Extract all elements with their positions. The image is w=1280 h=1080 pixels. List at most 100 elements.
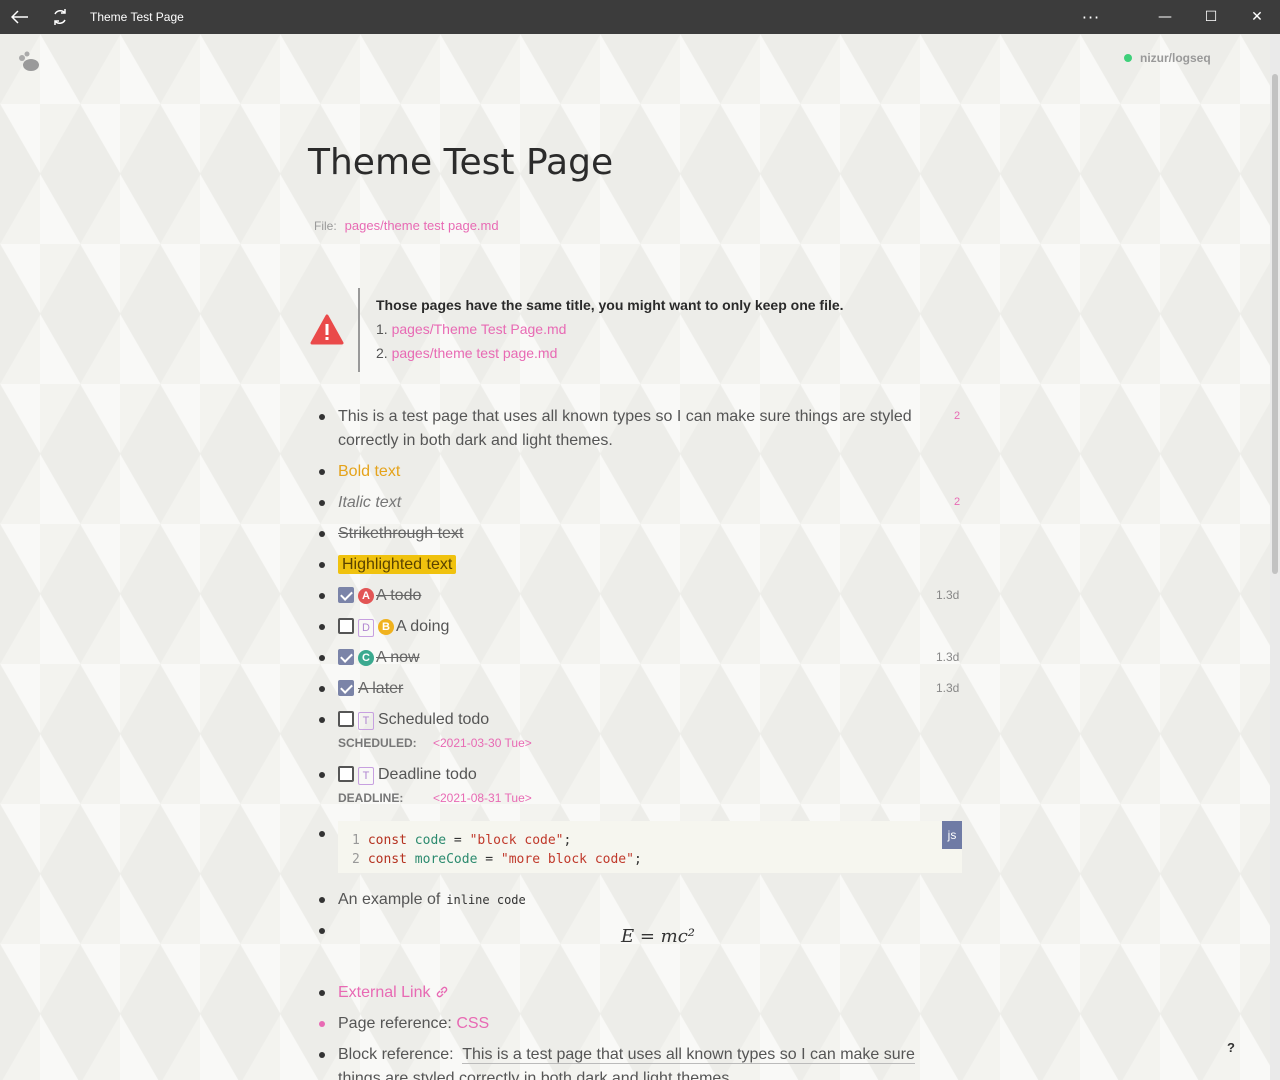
block-bullet[interactable] [319, 717, 325, 723]
block-content[interactable]: Bold text [338, 459, 976, 484]
duplicate-file-link[interactable]: pages/theme test page.md [392, 345, 558, 361]
task-marker[interactable]: T [358, 712, 374, 730]
code-variable: code [414, 833, 447, 848]
block-text[interactable]: Page reference: [338, 1015, 452, 1032]
task-checkbox[interactable] [338, 766, 354, 782]
priority-badge[interactable]: C [358, 650, 374, 666]
block-bullet[interactable] [319, 655, 325, 661]
block-external-link[interactable]: External Link [316, 980, 976, 1011]
task-checkbox[interactable] [338, 680, 354, 696]
line-number: 2 [352, 852, 360, 867]
block-bullet[interactable] [319, 593, 325, 599]
block-bullet[interactable] [319, 531, 325, 537]
block-page-reference[interactable]: Page reference: CSS [316, 1011, 976, 1042]
task-marker[interactable]: D [358, 619, 374, 637]
more-options-button[interactable]: ··· [1068, 0, 1114, 34]
code-line: 1 const code = "block code"; [352, 831, 948, 850]
page-title[interactable]: Theme Test Page [308, 142, 613, 183]
task-text[interactable]: A doing [396, 618, 449, 635]
reference-count[interactable]: 2 [954, 496, 960, 508]
external-link[interactable]: External Link [338, 984, 431, 1001]
task-age: 1.3d [936, 588, 960, 602]
code-language-badge[interactable]: js [942, 821, 962, 849]
page-reference-link[interactable]: CSS [456, 1015, 489, 1032]
block-content[interactable]: This is a test page that uses all known … [338, 404, 928, 453]
block-bullet[interactable] [319, 624, 325, 630]
maximize-button[interactable]: ☐ [1188, 0, 1234, 34]
minimize-button[interactable]: — [1142, 0, 1188, 34]
list-number: 1. [376, 321, 388, 337]
code-keyword: const [367, 852, 407, 867]
block-highlight[interactable]: Highlighted text [316, 552, 976, 583]
close-button[interactable]: ✕ [1234, 0, 1280, 34]
priority-badge[interactable]: A [358, 588, 374, 604]
block-text[interactable]: Block reference: [338, 1046, 454, 1063]
block-bullet[interactable] [319, 469, 325, 475]
task-text[interactable]: A todo [376, 587, 421, 604]
block-bullet[interactable] [319, 562, 325, 568]
back-button[interactable] [0, 0, 40, 34]
block-deadline[interactable]: T Deadline todo DEADLINE: <2021-08-31 Tue… [316, 762, 976, 817]
deadline-date[interactable]: <2021-08-31 Tue> [433, 791, 532, 805]
repo-indicator[interactable]: nizur/logseq [1124, 51, 1211, 65]
block-later[interactable]: A later 1.3d [316, 676, 976, 707]
block-bullet[interactable] [319, 1052, 325, 1058]
file-info: File: pages/theme test page.md [314, 218, 499, 233]
block-bullet[interactable] [319, 990, 325, 996]
code-variable: moreCode [414, 852, 478, 867]
highlighted-text[interactable]: Highlighted text [338, 555, 457, 574]
duplicate-file-link[interactable]: pages/Theme Test Page.md [392, 321, 567, 337]
block-list: This is a test page that uses all known … [316, 404, 976, 1080]
block-content[interactable]: Italic text [338, 490, 976, 515]
reference-count[interactable]: 2 [954, 410, 960, 422]
refresh-button[interactable] [40, 0, 80, 34]
block-now[interactable]: CA now 1.3d [316, 645, 976, 676]
inline-code[interactable]: inline code [446, 893, 525, 907]
scrollbar[interactable] [1270, 34, 1280, 1080]
block-math[interactable]: E = mc² [316, 918, 976, 980]
block-todo[interactable]: AA todo 1.3d [316, 583, 976, 614]
block-content[interactable]: Strikethrough text [338, 521, 976, 546]
block-bullet[interactable] [319, 1021, 325, 1027]
block-bullet[interactable] [319, 897, 325, 903]
task-checkbox[interactable] [338, 587, 354, 603]
scheduled-date[interactable]: <2021-03-30 Tue> [433, 736, 532, 750]
block-doing[interactable]: DBA doing [316, 614, 976, 645]
task-age: 1.3d [936, 681, 960, 695]
block-scheduled[interactable]: T Scheduled todo SCHEDULED: <2021-03-30 T… [316, 707, 976, 762]
file-label: File: [314, 219, 337, 233]
block-block-reference[interactable]: Block reference: This is a test page tha… [316, 1042, 976, 1080]
code-string: "more block code" [500, 852, 634, 867]
block-strikethrough[interactable]: Strikethrough text [316, 521, 976, 552]
block-bullet[interactable] [319, 500, 325, 506]
task-checkbox[interactable] [338, 618, 354, 634]
code-block[interactable]: 1 const code = "block code"; 2 const moreC… [338, 821, 962, 873]
block-italic[interactable]: Italic text 2 [316, 490, 976, 521]
block-inline-code[interactable]: An example of inline code [316, 887, 976, 918]
priority-badge[interactable]: B [378, 619, 394, 635]
task-text[interactable]: A later [358, 680, 403, 697]
file-path-link[interactable]: pages/theme test page.md [345, 218, 499, 233]
task-text[interactable]: Deadline todo [378, 766, 477, 783]
block-text[interactable]: An example of [338, 891, 440, 908]
block-intro[interactable]: This is a test page that uses all known … [316, 404, 976, 459]
logseq-logo-icon[interactable] [16, 50, 42, 74]
math-formula[interactable]: E = mc² [338, 918, 978, 980]
scrollbar-thumb[interactable] [1272, 74, 1278, 574]
block-code[interactable]: 1 const code = "block code"; 2 const moreC… [316, 821, 976, 887]
task-text[interactable]: A now [376, 649, 420, 666]
block-bullet[interactable] [319, 414, 325, 420]
block-bold[interactable]: Bold text [316, 459, 976, 490]
block-bullet[interactable] [319, 772, 325, 778]
task-checkbox[interactable] [338, 711, 354, 727]
block-bullet[interactable] [319, 831, 325, 837]
sync-status-dot [1124, 54, 1132, 62]
task-text[interactable]: Scheduled todo [378, 711, 489, 728]
task-marker[interactable]: T [358, 767, 374, 785]
help-button[interactable]: ? [1218, 1034, 1244, 1060]
line-number: 1 [352, 833, 360, 848]
block-bullet[interactable] [319, 928, 325, 934]
code-punct: ; [633, 852, 642, 867]
task-checkbox[interactable] [338, 649, 354, 665]
block-bullet[interactable] [319, 686, 325, 692]
